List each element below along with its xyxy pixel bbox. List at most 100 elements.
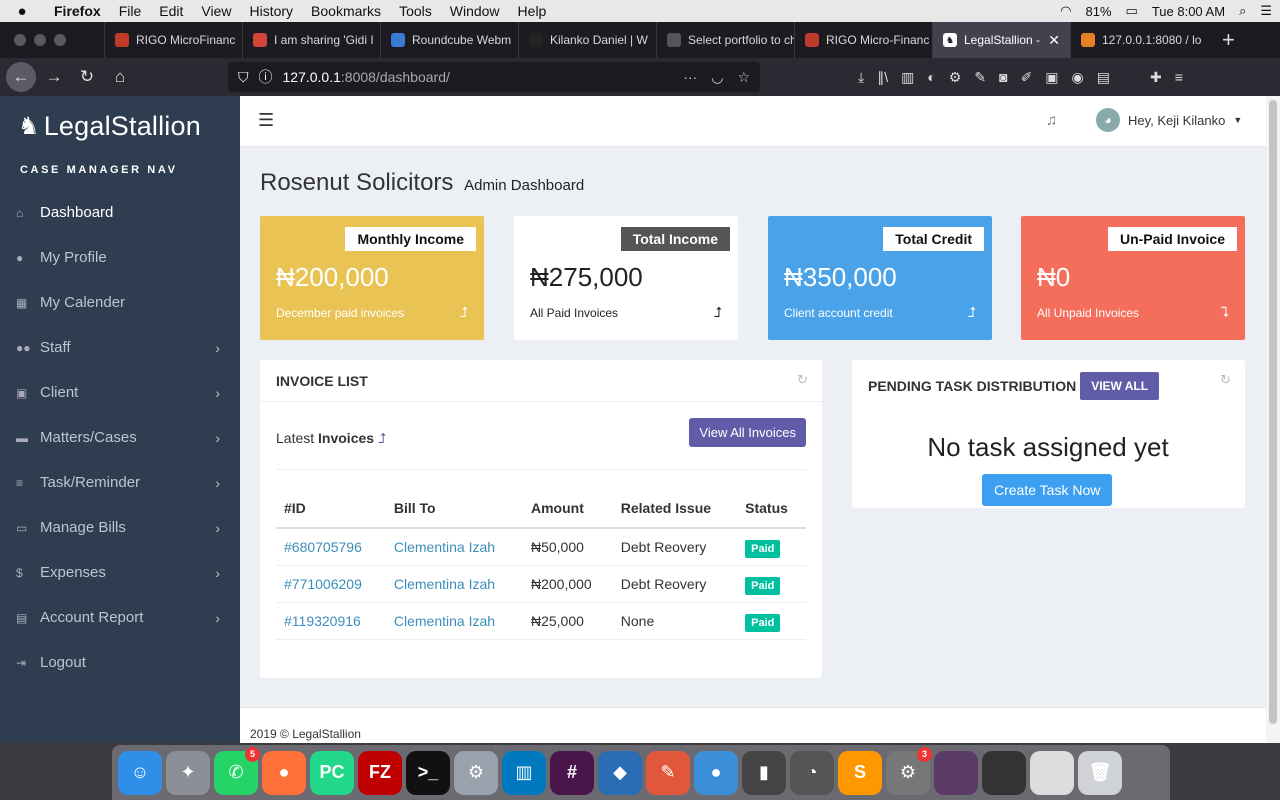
color-picker-icon[interactable]: ✐ — [1021, 69, 1033, 86]
bill-to-link[interactable]: Clementina Izah — [385, 528, 523, 566]
zoom-window-button[interactable] — [54, 34, 66, 46]
refresh-icon[interactable]: ↻ — [797, 372, 808, 388]
bookmark-star-icon[interactable]: ☆ — [737, 69, 750, 86]
pencil-app-icon[interactable]: ✎ — [646, 750, 690, 795]
scrollbar-thumb[interactable] — [1269, 100, 1277, 724]
view-all-tasks-button[interactable]: VIEW ALL — [1080, 372, 1160, 400]
window-thumb-icon[interactable] — [934, 750, 978, 795]
battery-icon[interactable]: ▭ — [1126, 3, 1138, 19]
menu-list-icon[interactable]: ☰ — [1260, 3, 1272, 19]
sidebar-item-logout[interactable]: ⇥ Logout — [0, 640, 240, 685]
invoice-id-link[interactable]: #680705796 — [276, 528, 386, 566]
browser-tab[interactable]: Roundcube Webm — [380, 22, 518, 58]
sidebar-item-my-calender[interactable]: ▦ My Calender — [0, 280, 240, 325]
browser-tab[interactable]: RIGO MicroFinanc — [104, 22, 242, 58]
clock[interactable]: Tue 8:00 AM — [1152, 4, 1225, 19]
bill-to-link[interactable]: Clementina Izah — [385, 602, 523, 640]
download-icon[interactable]: ⤓ — [858, 69, 864, 86]
shield-icon[interactable]: ⛉ — [238, 69, 249, 86]
pen-icon[interactable]: ✎ — [974, 69, 986, 86]
bell-icon[interactable]: ♫ — [1046, 112, 1057, 129]
terminal-icon[interactable]: >_ — [406, 750, 450, 795]
menu-item-file[interactable]: File — [110, 3, 151, 19]
forward-button[interactable]: → — [39, 62, 69, 92]
trash-icon[interactable]: 🗑 — [1078, 750, 1122, 795]
stat-card-total-income[interactable]: Total Income ₦275,000 All Paid Invoices ⮥ — [514, 216, 738, 340]
stat-card-total-credit[interactable]: Total Credit ₦350,000 Client account credi… — [768, 216, 992, 340]
window-thumb-icon-2[interactable] — [982, 750, 1026, 795]
browser-tab[interactable]: Kilanko Daniel | W — [518, 22, 656, 58]
app-store-icon[interactable]: ⚙ 3 — [886, 746, 932, 795]
stat-card-monthly-income[interactable]: Monthly Income ₦200,000 December paid invo… — [260, 216, 484, 340]
sidebar-toggle-icon[interactable]: ☰ — [258, 110, 274, 131]
sidebar-item-staff[interactable]: ●● Staff › — [0, 325, 240, 370]
finder-icon[interactable]: ☺ — [118, 750, 162, 795]
logo[interactable]: ♞ LegalStallion — [0, 96, 240, 156]
window-thumb-icon-3[interactable] — [1030, 750, 1074, 795]
menu-item-history[interactable]: History — [240, 3, 302, 19]
timer-icon[interactable]: ◔ — [790, 750, 834, 795]
info-icon[interactable]: ⓘ — [259, 67, 273, 87]
close-window-button[interactable] — [14, 34, 26, 46]
filezilla-icon[interactable]: FZ — [358, 750, 402, 795]
equalizer-icon[interactable]: ▮ — [742, 750, 786, 795]
wifi-icon[interactable]: ◠ — [1060, 3, 1071, 19]
sublime-icon[interactable]: S — [838, 750, 882, 795]
trello-icon[interactable]: ▥ — [502, 750, 546, 795]
slack-icon[interactable]: # — [550, 750, 594, 795]
browser-tab[interactable]: I am sharing 'Gidi I — [242, 22, 380, 58]
sidebar-item-manage-bills[interactable]: ▭ Manage Bills › — [0, 505, 240, 550]
browser-tab[interactable]: Select portfolio to cha — [656, 22, 794, 58]
sidebar-item-account-report[interactable]: ▤ Account Report › — [0, 595, 240, 640]
invoice-id-link[interactable]: #119320916 — [276, 602, 386, 640]
home-button[interactable]: ⌂ — [105, 62, 135, 92]
menu-item-bookmarks[interactable]: Bookmarks — [302, 3, 390, 19]
browser-tab[interactable]: RIGO Micro-Financ — [794, 22, 932, 58]
user-menu[interactable]: ◕ Hey, Keji Kilanko ▼ — [1096, 108, 1242, 132]
privacy-icon[interactable]: ◉ — [1072, 69, 1084, 86]
spotlight-icon[interactable]: ⌕ — [1239, 3, 1246, 19]
scrollbar[interactable] — [1266, 96, 1280, 743]
tableplus-icon[interactable]: ● — [694, 750, 738, 795]
sidebar-item-expenses[interactable]: $ Expenses › — [0, 550, 240, 595]
menu-item-tools[interactable]: Tools — [390, 3, 441, 19]
url-bar[interactable]: ⛉ ⓘ 127.0.0.1:8008/dashboard/ ··· ◡ ☆ — [228, 62, 760, 92]
battery-level[interactable]: 81% — [1086, 4, 1112, 19]
refresh-icon[interactable]: ↻ — [1220, 372, 1231, 388]
page-actions-icon[interactable]: ··· — [683, 69, 697, 86]
library-icon[interactable]: ∥\ — [877, 69, 888, 86]
cors-icon[interactable]: ▤ — [1097, 69, 1110, 86]
view-all-invoices-button[interactable]: View All Invoices — [689, 418, 806, 447]
menu-item-window[interactable]: Window — [441, 3, 509, 19]
whatsapp-icon[interactable]: ✆ 5 — [214, 746, 260, 795]
minimize-window-button[interactable] — [34, 34, 46, 46]
tab-close-icon[interactable]: ✕ — [1048, 32, 1060, 49]
menu-item-view[interactable]: View — [192, 3, 240, 19]
pycharm-icon[interactable]: PC — [310, 750, 354, 795]
reader-view-icon[interactable]: ▥ — [901, 69, 914, 86]
firefox-icon[interactable]: ● — [262, 750, 306, 795]
launchpad-icon[interactable]: ✦ — [166, 750, 210, 795]
settings-gear-icon[interactable]: ⚙ — [949, 69, 962, 86]
menu-item-edit[interactable]: Edit — [150, 3, 192, 19]
pocket-icon[interactable]: ◡ — [711, 69, 723, 86]
hamburger-menu-icon[interactable]: ≡ — [1175, 69, 1183, 85]
invoice-id-link[interactable]: #771006209 — [276, 565, 386, 603]
sidebar-item-matters-cases[interactable]: ▬ Matters/Cases › — [0, 415, 240, 460]
elephant-icon[interactable]: ◆ — [598, 750, 642, 795]
reload-button[interactable]: ↻ — [72, 62, 102, 92]
sidebar-item-my-profile[interactable]: ● My Profile — [0, 235, 240, 280]
sidebar-item-task-reminder[interactable]: ≡ Task/Reminder › — [0, 460, 240, 505]
back-button[interactable]: ← — [6, 62, 36, 92]
screenshot-icon[interactable]: ◙ — [999, 69, 1007, 85]
system-prefs-icon[interactable]: ⚙ — [454, 750, 498, 795]
browser-tab[interactable]: ♞ LegalStallion - ✕ — [932, 22, 1070, 58]
sidebar-item-dashboard[interactable]: ⌂ Dashboard — [0, 190, 240, 235]
menu-app-name[interactable]: Firefox — [44, 3, 110, 19]
extension-icon[interactable]: ◐ — [927, 69, 935, 85]
create-task-button[interactable]: Create Task Now — [982, 474, 1113, 506]
sidebar-item-client[interactable]: ▣ Client › — [0, 370, 240, 415]
apple-menu-icon[interactable]: ● — [0, 3, 44, 20]
menu-item-help[interactable]: Help — [509, 3, 556, 19]
puzzle-icon[interactable]: ✚ — [1150, 69, 1162, 86]
